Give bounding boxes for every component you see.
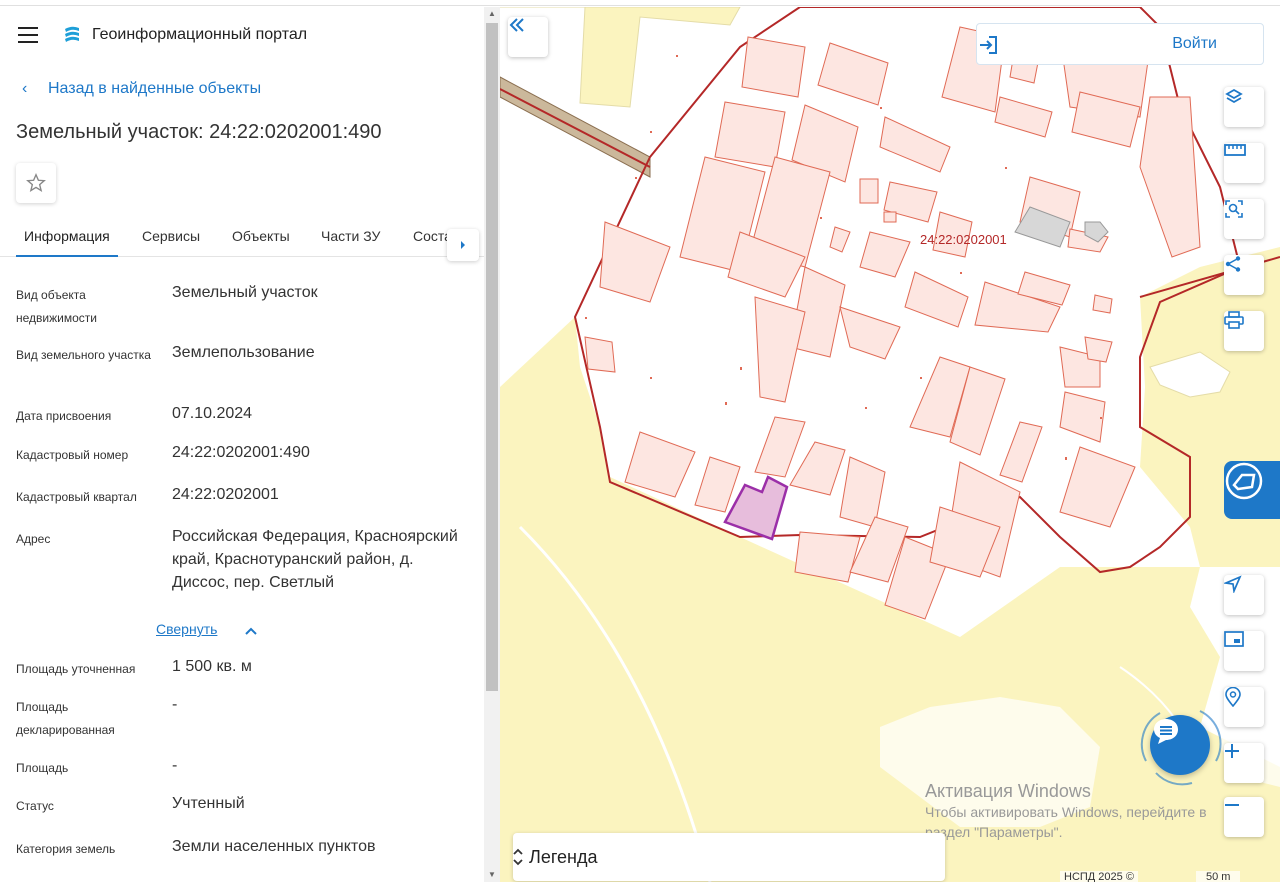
info-value: 07.10.2024 xyxy=(172,405,253,422)
zoom-out-button[interactable] xyxy=(1224,797,1264,837)
star-icon xyxy=(26,173,46,192)
chat-bubble-icon xyxy=(1154,719,1178,744)
info-key: Кадастровый номер xyxy=(16,448,129,462)
app-title: Геоинформационный портал xyxy=(92,26,308,43)
browser-top-edge xyxy=(0,0,1280,6)
zoom-in-button[interactable] xyxy=(1224,743,1264,783)
info-key: Площадь декларированная xyxy=(16,700,115,737)
portal-logo-icon xyxy=(65,26,79,42)
info-value: - xyxy=(172,757,178,774)
info-value: Учтенный xyxy=(172,795,245,812)
info-key: Дата присвоения xyxy=(16,409,112,423)
info-value: Земли населенных пунктов xyxy=(172,838,376,855)
info-value: Земельный участок xyxy=(172,284,318,301)
double-chevron-left-icon xyxy=(509,18,524,32)
layers-button[interactable] xyxy=(1224,87,1264,127)
info-key: Категория земель xyxy=(16,842,116,856)
ruler-button[interactable] xyxy=(1224,143,1264,183)
login-button[interactable]: Войти xyxy=(976,23,1264,65)
info-value: 1 500 кв. м xyxy=(172,658,252,675)
watermark-title: Активация Windows xyxy=(925,781,1091,801)
info-key: Вид земельного участка xyxy=(16,348,151,362)
location-search-icon xyxy=(1225,687,1241,707)
map-assistant-tab[interactable] xyxy=(1224,461,1280,519)
navigation-arrow-icon xyxy=(1224,575,1242,593)
cadastral-quarter-label: 24:22:0202001 xyxy=(920,232,1007,247)
scroll-up-icon[interactable]: ▲ xyxy=(484,7,500,21)
location-search-button[interactable] xyxy=(1224,687,1264,727)
info-key: Адрес xyxy=(16,532,51,546)
share-icon xyxy=(1225,256,1241,272)
chevron-up-icon xyxy=(245,624,257,638)
area-select-button[interactable] xyxy=(1224,199,1264,239)
scrollbar-thumb[interactable] xyxy=(486,23,498,691)
object-title: Земельный участок: 24:22:0202001:490 xyxy=(16,121,382,143)
info-key: Кадастровый квартал xyxy=(16,490,137,504)
plus-icon xyxy=(1225,744,1239,758)
legend-label: Легенда xyxy=(529,847,598,867)
minus-icon xyxy=(1225,804,1239,806)
print-button[interactable] xyxy=(1224,311,1264,351)
info-key: Статус xyxy=(16,799,54,813)
tab-objects[interactable]: Объекты xyxy=(232,228,290,244)
info-value: Землепользование xyxy=(172,344,315,361)
back-link-label: Назад в найденные объекты xyxy=(48,80,262,97)
minimap-button[interactable] xyxy=(1224,631,1264,671)
login-label: Войти xyxy=(1172,35,1217,52)
watermark-subtitle: Чтобы активировать Windows, перейдите в … xyxy=(925,804,1207,840)
map-scale-bar: 50 m xyxy=(1196,871,1241,882)
layers-icon xyxy=(1225,88,1243,104)
area-search-icon xyxy=(1225,200,1243,218)
info-value: - xyxy=(172,696,178,713)
chevron-updown-icon xyxy=(513,848,523,866)
info-key: Площадь уточненная xyxy=(16,662,136,676)
caret-right-icon xyxy=(461,241,465,249)
ruler-icon xyxy=(1224,144,1246,156)
favorite-button[interactable] xyxy=(16,163,56,203)
login-icon xyxy=(980,36,997,54)
info-value: 24:22:0202001 xyxy=(172,486,279,503)
tab-bar: Информация Сервисы Объекты Части ЗУ Сост… xyxy=(0,219,484,261)
windows-activation-watermark: Активация Windows Чтобы активировать Win… xyxy=(925,780,1225,842)
scroll-down-icon[interactable]: ▼ xyxy=(484,868,500,882)
legend-dropdown[interactable]: Легенда xyxy=(513,833,945,881)
active-tab-indicator xyxy=(16,255,118,257)
share-button[interactable] xyxy=(1224,255,1264,295)
back-link[interactable]: ‹ Назад в найденные объекты xyxy=(22,80,261,98)
support-chat-button[interactable] xyxy=(1150,715,1210,775)
tab-info[interactable]: Информация xyxy=(24,228,110,244)
map-book-icon xyxy=(1225,462,1263,500)
app-header: Геоинформационный портал xyxy=(0,17,484,53)
tab-parts[interactable]: Части ЗУ xyxy=(321,228,380,244)
tabs-scroll-right-button[interactable] xyxy=(447,229,479,261)
info-value: 24:22:0202001:490 xyxy=(172,444,310,461)
info-panel: Геоинформационный портал ‹ Назад в найден… xyxy=(0,7,484,882)
menu-icon[interactable] xyxy=(18,27,38,43)
geolocate-button[interactable] xyxy=(1224,575,1264,615)
info-key: Площадь xyxy=(16,761,69,775)
tab-services[interactable]: Сервисы xyxy=(142,228,200,244)
minimap-icon xyxy=(1224,631,1244,647)
address-value: Российская Федерация, Красноярский край,… xyxy=(172,528,458,591)
info-key: Вид объекта недвижимости xyxy=(16,288,97,325)
collapse-panel-button[interactable] xyxy=(508,17,548,57)
printer-icon xyxy=(1224,311,1244,329)
panel-scrollbar[interactable]: ▲ ▼ xyxy=(484,7,500,882)
map-view[interactable]: 24:22:0202001 Войти Активация Windows Чт… xyxy=(500,7,1280,882)
collapse-address-link[interactable]: Свернуть xyxy=(156,621,217,637)
map-copyright: НСПД 2025 © xyxy=(1060,871,1138,882)
chevron-left-icon: ‹ xyxy=(22,80,28,97)
